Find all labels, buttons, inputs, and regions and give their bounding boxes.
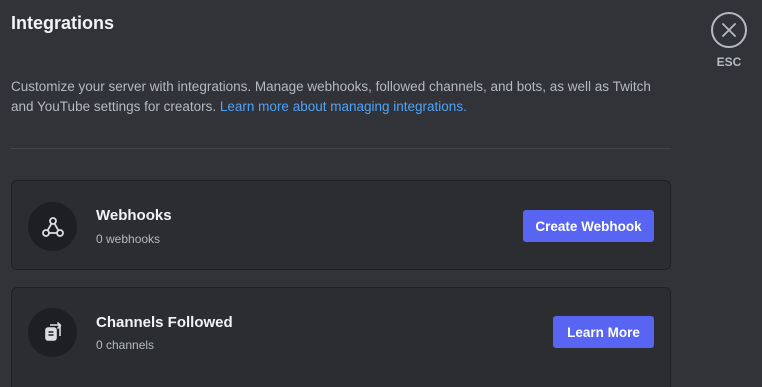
channels-followed-title: Channels Followed — [96, 314, 233, 331]
close-control: ESC — [711, 12, 747, 69]
page-title: Integrations — [11, 13, 115, 33]
close-button[interactable] — [711, 12, 747, 48]
divider — [11, 148, 671, 149]
learn-more-button[interactable]: Learn More — [553, 316, 654, 348]
esc-label: ESC — [716, 55, 742, 69]
webhooks-count: 0 webhooks — [96, 232, 161, 246]
webhooks-card: Webhooks 0 webhooks Create Webhook — [11, 180, 671, 270]
channels-followed-card: Channels Followed 0 channels Learn More — [11, 287, 671, 387]
webhook-icon — [28, 202, 77, 251]
integrations-page: Integrations Customize your server with … — [0, 0, 762, 387]
channels-followed-icon — [28, 308, 77, 357]
create-webhook-button[interactable]: Create Webhook — [523, 210, 654, 242]
channels-count: 0 channels — [96, 338, 155, 352]
close-icon — [722, 23, 736, 37]
page-description: Customize your server with integrations.… — [11, 77, 676, 117]
webhooks-title: Webhooks — [96, 207, 172, 224]
learn-more-integrations-link[interactable]: Learn more about managing integrations. — [220, 99, 467, 114]
